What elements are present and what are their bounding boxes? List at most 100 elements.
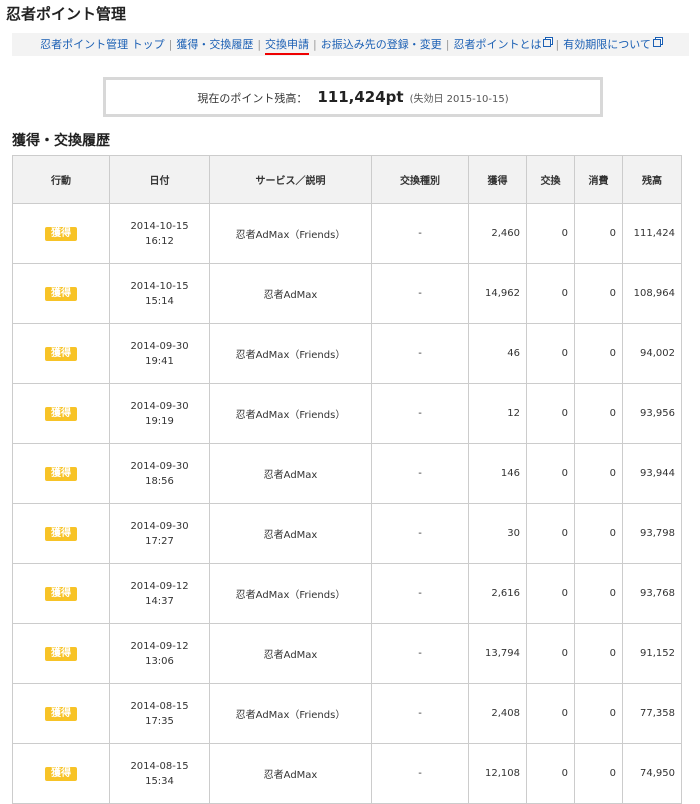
exchange-type-cell: - bbox=[371, 323, 469, 384]
action-badge: 獲得 bbox=[45, 706, 77, 721]
nav-separator: | bbox=[313, 38, 317, 51]
table-row: 獲得 2014-08-15 17:35 忍者AdMax（Friends） -2,408 0… bbox=[12, 683, 682, 744]
time-text: 17:35 bbox=[145, 715, 174, 727]
section-title: 獲得・交換履歴 bbox=[12, 133, 110, 149]
action-badge: 獲得 bbox=[45, 406, 77, 421]
earned-cell: 2,460 bbox=[468, 203, 527, 264]
nav-link-label: お振込み先の登録・変更 bbox=[320, 38, 442, 51]
time-text: 16:12 bbox=[145, 235, 174, 247]
exchanged-cell: 0 bbox=[526, 383, 575, 444]
nav-link-history[interactable]: 獲得・交換履歴 bbox=[176, 38, 253, 51]
consumed-cell: 0 bbox=[574, 623, 623, 684]
external-window-icon bbox=[543, 39, 552, 47]
exchanged-cell: 0 bbox=[526, 443, 575, 504]
earned-cell: 14,962 bbox=[468, 263, 527, 324]
consumed-cell: 0 bbox=[574, 323, 623, 384]
action-badge: 獲得 bbox=[45, 646, 77, 661]
action-badge: 獲得 bbox=[45, 286, 77, 301]
date-text: 2014-09-30 bbox=[130, 340, 189, 352]
service-cell: 忍者AdMax（Friends） bbox=[209, 683, 372, 744]
earned-cell: 12 bbox=[468, 383, 527, 444]
exchange-type-cell: - bbox=[371, 563, 469, 624]
date-cell: 2014-09-30 19:19 bbox=[109, 383, 210, 444]
table-row: 獲得 2014-10-15 16:12 忍者AdMax（Friends） -2,460 0… bbox=[12, 203, 682, 264]
table-header-row: 行動 日付 サービス／説明 交換種別 獲得 交換 消費 残高 bbox=[12, 155, 682, 204]
balance-cell: 91,152 bbox=[622, 623, 682, 684]
history-table: 行動 日付 サービス／説明 交換種別 獲得 交換 消費 残高 獲得 2014-10-15 16:1… bbox=[12, 155, 682, 804]
action-cell: 獲得 bbox=[12, 683, 110, 744]
time-text: 18:56 bbox=[145, 475, 174, 487]
time-text: 17:27 bbox=[145, 535, 174, 547]
date-cell: 2014-09-12 13:06 bbox=[109, 623, 210, 684]
exchanged-cell: 0 bbox=[526, 203, 575, 264]
nav-link-exchange-request[interactable]: 交換申請 bbox=[265, 38, 309, 51]
consumed-cell: 0 bbox=[574, 683, 623, 744]
date-cell: 2014-10-15 16:12 bbox=[109, 203, 210, 264]
date-text: 2014-09-30 bbox=[130, 400, 189, 412]
nav-link-about-points[interactable]: 忍者ポイントとは bbox=[453, 38, 552, 51]
nav-separator: | bbox=[257, 38, 262, 51]
earned-cell: 13,794 bbox=[468, 623, 527, 684]
time-text: 19:41 bbox=[145, 355, 174, 367]
service-cell: 忍者AdMax（Friends） bbox=[209, 563, 372, 624]
column-header: 消費 bbox=[574, 155, 623, 204]
date-cell: 2014-09-30 18:56 bbox=[109, 443, 210, 504]
balance-cell: 74,950 bbox=[622, 743, 682, 804]
service-cell: 忍者AdMax bbox=[209, 743, 372, 804]
table-row: 獲得 2014-09-30 19:41 忍者AdMax（Friends） -46 0 0 94… bbox=[12, 323, 682, 384]
service-cell: 忍者AdMax bbox=[209, 263, 372, 324]
table-row: 獲得 2014-09-30 18:56 忍者AdMax -146 0 0 93,944 bbox=[12, 443, 682, 504]
exchange-type-cell: - bbox=[371, 683, 469, 744]
nav-link-top[interactable]: 忍者ポイント管理 トップ bbox=[40, 38, 165, 51]
nav-link-expiry[interactable]: 有効期限について bbox=[563, 38, 661, 51]
balance-cell: 93,768 bbox=[622, 563, 682, 624]
date-text: 2014-09-30 bbox=[130, 520, 189, 532]
time-text: 14:37 bbox=[145, 595, 174, 607]
date-cell: 2014-09-30 17:27 bbox=[109, 503, 210, 564]
nav-separator: | bbox=[445, 38, 450, 51]
exchange-type-cell: - bbox=[371, 743, 469, 804]
earned-cell: 2,616 bbox=[468, 563, 527, 624]
action-badge: 獲得 bbox=[45, 346, 77, 361]
date-text: 2014-09-12 bbox=[130, 640, 189, 652]
exchange-type-cell: - bbox=[371, 623, 469, 684]
column-header: 日付 bbox=[109, 155, 210, 204]
action-cell: 獲得 bbox=[12, 623, 110, 684]
column-header: 獲得 bbox=[468, 155, 527, 204]
earned-cell: 46 bbox=[468, 323, 527, 384]
action-cell: 獲得 bbox=[12, 203, 110, 264]
action-cell: 獲得 bbox=[12, 743, 110, 804]
date-text: 2014-09-12 bbox=[130, 580, 189, 592]
service-cell: 忍者AdMax bbox=[209, 503, 372, 564]
exchanged-cell: 0 bbox=[526, 323, 575, 384]
exchange-type-cell: - bbox=[371, 443, 469, 504]
table-row: 獲得 2014-09-12 13:06 忍者AdMax -13,794 0 0 91,152 bbox=[12, 623, 682, 684]
table-row: 獲得 2014-09-30 19:19 忍者AdMax（Friends） -12 0 0 93… bbox=[12, 383, 682, 444]
date-cell: 2014-08-15 17:35 bbox=[109, 683, 210, 744]
action-cell: 獲得 bbox=[12, 323, 110, 384]
date-text: 2014-08-15 bbox=[130, 760, 189, 772]
date-text: 2014-10-15 bbox=[130, 220, 189, 232]
exchange-type-cell: - bbox=[371, 383, 469, 444]
consumed-cell: 0 bbox=[574, 383, 623, 444]
nav-link-label: 有効期限について bbox=[563, 38, 651, 51]
column-header: 残高 bbox=[622, 155, 682, 204]
action-badge: 獲得 bbox=[45, 766, 77, 781]
nav-link-bank-account[interactable]: お振込み先の登録・変更 bbox=[321, 38, 442, 51]
exchanged-cell: 0 bbox=[526, 623, 575, 684]
consumed-cell: 0 bbox=[574, 563, 623, 624]
exchange-type-cell: - bbox=[371, 503, 469, 564]
nav-separator: | bbox=[555, 38, 560, 51]
consumed-cell: 0 bbox=[574, 263, 623, 324]
balance-cell: 111,424 bbox=[622, 203, 682, 264]
time-text: 19:19 bbox=[145, 415, 174, 427]
time-text: 13:06 bbox=[145, 655, 174, 667]
column-header: 行動 bbox=[12, 155, 110, 204]
date-cell: 2014-08-15 15:34 bbox=[109, 743, 210, 804]
action-cell: 獲得 bbox=[12, 503, 110, 564]
service-cell: 忍者AdMax bbox=[209, 443, 372, 504]
table-row: 獲得 2014-10-15 15:14 忍者AdMax -14,962 0 0 108,964 bbox=[12, 263, 682, 324]
exchange-type-cell: - bbox=[371, 263, 469, 324]
consumed-cell: 0 bbox=[574, 203, 623, 264]
exchanged-cell: 0 bbox=[526, 563, 575, 624]
